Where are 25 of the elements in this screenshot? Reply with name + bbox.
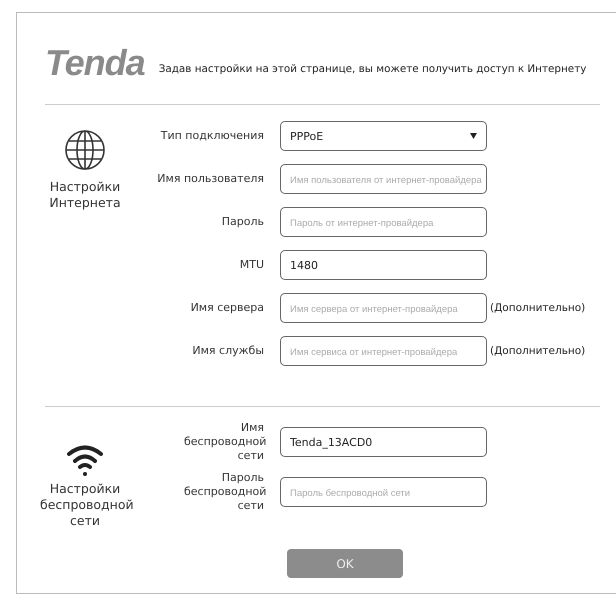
field-label: Имя службы [192,344,264,358]
connection-type-select[interactable]: PPPoE [280,121,487,151]
page-description: Задав настройки на этой странице, вы можете получить доступ к Интернету [158,63,586,77]
globe-icon [64,129,106,171]
wifi-icon [66,443,104,477]
field-label: Пароль беспроводной сети [184,471,264,513]
input-field[interactable]: Tenda_13ACD0 [280,427,487,457]
caret-icon [470,133,477,139]
field-label: Пароль [222,215,264,229]
optional-note: (Дополнительно) [490,302,586,314]
input-field[interactable]: Имя сервера от интернет-провайдера [280,293,487,323]
section-title: Настройки Интернета [48,179,122,211]
field-label: Имя пользователя [157,172,264,186]
input-field[interactable]: Имя сервиса от интернет-провайдера [280,336,487,366]
optional-note: (Дополнительно) [490,345,586,357]
field-label: MTU [240,258,264,272]
field-label: Тип подключения [160,129,264,143]
input-field[interactable]: Имя пользователя от интернет-провайдера [280,164,487,194]
input-field[interactable]: Пароль от интернет-провайдера [280,207,487,237]
field-label: Имя сервера [190,301,264,315]
field-label: Имя беспроводной сети [184,421,264,463]
input-field[interactable]: 1480 [280,250,487,280]
input-field[interactable]: Пароль беспроводной сети [280,477,487,507]
logo: Tenda [45,46,145,80]
section-title: Настройки беспроводной сети [40,481,130,529]
